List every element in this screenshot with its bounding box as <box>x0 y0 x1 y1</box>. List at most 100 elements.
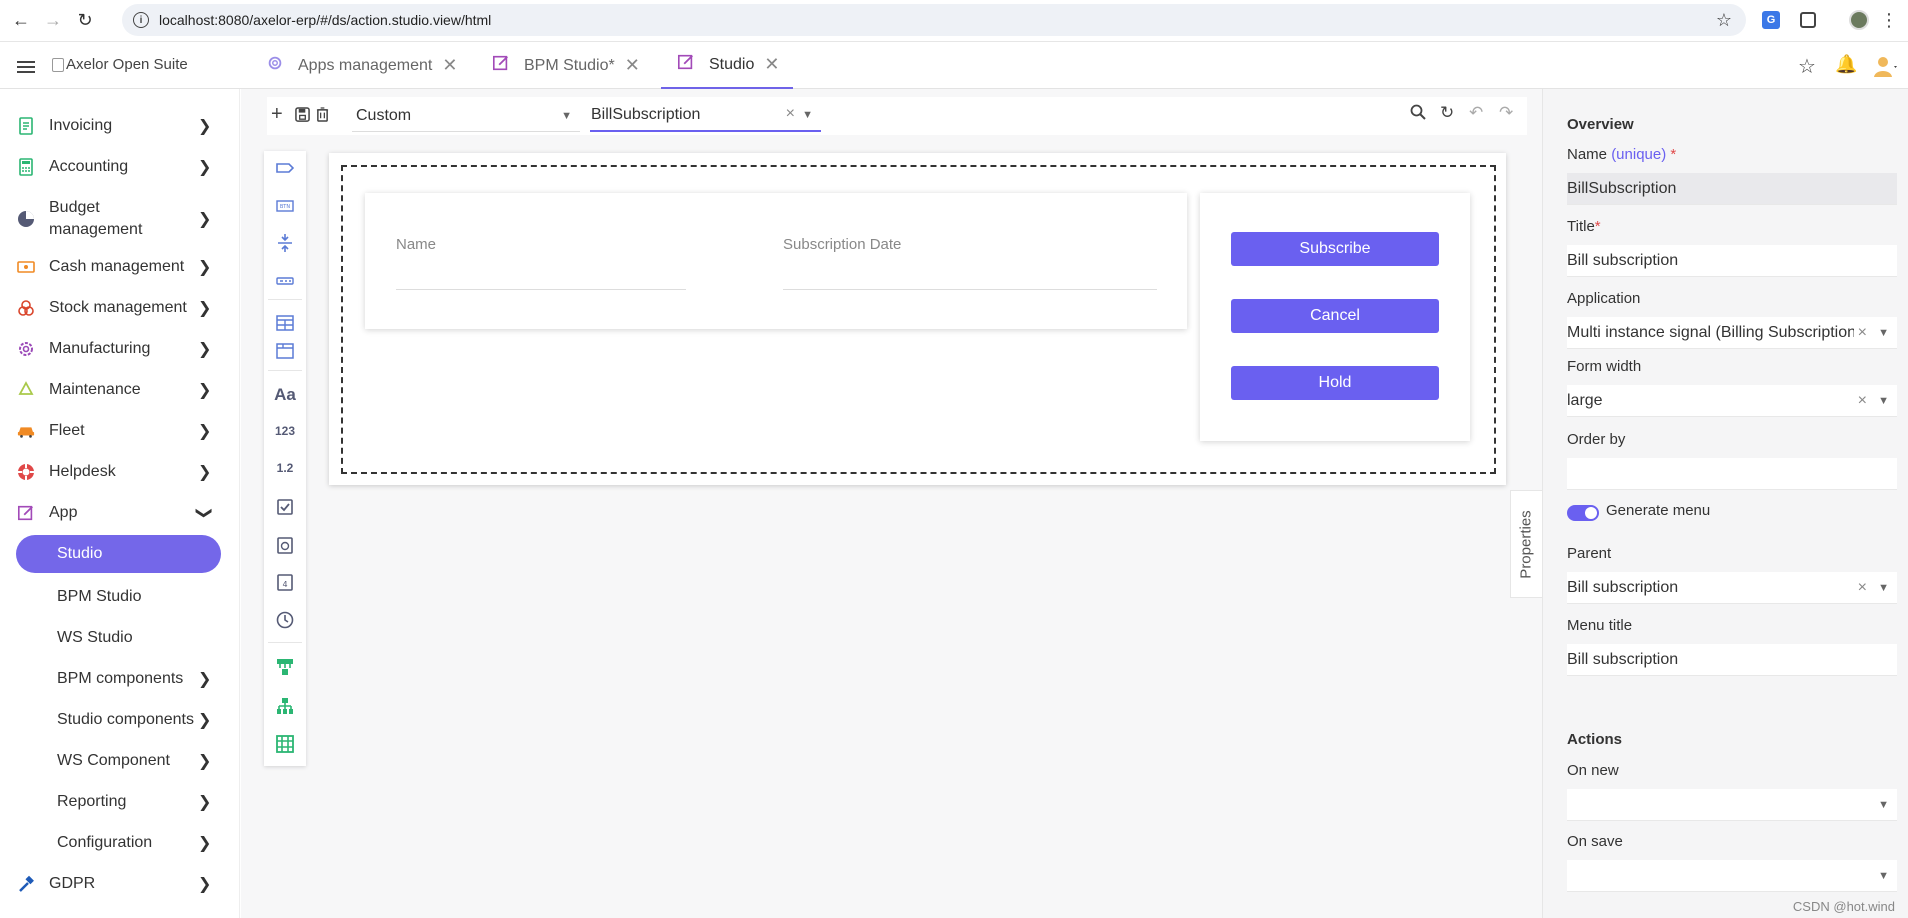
order-by-field[interactable] <box>1567 458 1897 490</box>
time-field-icon[interactable] <box>264 607 306 633</box>
properties-panel: Overview Name (unique) * BillSubscriptio… <box>1542 89 1908 918</box>
chevron-right-icon: ❯ <box>198 118 212 135</box>
form-width-select[interactable]: large × ▼ <box>1567 385 1897 417</box>
panel-widget-icon[interactable] <box>264 310 306 336</box>
hold-button[interactable]: Hold <box>1231 366 1439 400</box>
view-type-select[interactable]: Custom ▼ <box>352 104 580 132</box>
refresh-icon[interactable]: ↻ <box>1440 103 1454 123</box>
label-widget-icon[interactable] <box>264 155 306 181</box>
application-select[interactable]: Multi instance signal (Billing Subscript… <box>1567 317 1897 349</box>
sidebar-item-label: Helpdesk <box>49 463 116 480</box>
many-to-one-icon[interactable] <box>264 654 306 680</box>
chevron-right-icon: ❯ <box>198 835 212 852</box>
generate-menu-toggle[interactable] <box>1567 505 1599 521</box>
sidebar-item-budget-management[interactable]: Budget management ❯ <box>0 196 239 242</box>
name-field[interactable]: BillSubscription <box>1567 173 1897 205</box>
menu-title-field[interactable]: Bill subscription <box>1567 644 1897 676</box>
redo-icon[interactable]: ↷ <box>1499 103 1513 123</box>
favorite-star-icon[interactable]: ☆ <box>1798 54 1816 79</box>
cancel-button[interactable]: Cancel <box>1231 299 1439 333</box>
separator-widget-icon[interactable] <box>264 268 306 294</box>
integer-field-icon[interactable]: 123 <box>264 418 306 444</box>
site-info-icon[interactable]: i <box>133 12 149 28</box>
fields-panel[interactable]: Name Subscription Date <box>365 193 1187 329</box>
sidebar-item-helpdesk[interactable]: Helpdesk ❯ <box>0 461 239 483</box>
spacer-widget-icon[interactable] <box>264 230 306 256</box>
sidebar-item-accounting[interactable]: Accounting ❯ <box>0 156 239 178</box>
sidebar-subitem-bpm-components[interactable]: BPM components ❯ <box>0 668 239 690</box>
sidebar-item-manufacturing[interactable]: Manufacturing ❯ <box>0 338 239 360</box>
clear-icon[interactable]: × <box>786 105 795 123</box>
clear-icon[interactable]: × <box>1853 391 1867 410</box>
title-field[interactable]: Bill subscription <box>1567 245 1897 277</box>
bookmark-star-icon[interactable]: ☆ <box>1716 10 1732 31</box>
sidebar-item-label: Studio components <box>57 711 194 728</box>
sidebar-subitem-ws-studio[interactable]: WS Studio <box>0 627 239 649</box>
add-icon[interactable]: + <box>271 103 283 126</box>
close-icon[interactable]: ✕ <box>625 55 640 76</box>
many-to-many-icon[interactable] <box>264 731 306 757</box>
logo-alt-text: Axelor Open Suite <box>66 56 188 73</box>
view-name-select[interactable]: BillSubscription × ▼ <box>590 103 821 132</box>
subscription-date-field[interactable] <box>783 289 1157 290</box>
sidebar-item-fleet[interactable]: Fleet ❯ <box>0 420 239 442</box>
chevron-right-icon: ❯ <box>198 794 212 811</box>
sidebar-subitem-ws-component[interactable]: WS Component ❯ <box>0 750 239 772</box>
close-icon[interactable]: ✕ <box>442 55 457 76</box>
search-icon[interactable] <box>1410 104 1426 124</box>
back-icon[interactable]: ← <box>10 10 32 32</box>
sidebar-subitem-studio-components[interactable]: Studio components ❯ <box>0 709 239 731</box>
sidebar-item-app[interactable]: App ❯ <box>0 502 239 524</box>
undo-icon[interactable]: ↶ <box>1469 103 1483 123</box>
sidebar-item-stock-management[interactable]: Stock management ❯ <box>0 297 239 319</box>
decimal-field-icon[interactable]: 1.2 <box>264 455 306 481</box>
tabs-widget-icon[interactable] <box>264 338 306 364</box>
sidebar-item-label: Invoicing <box>49 117 113 134</box>
sidebar-subitem-studio[interactable]: Studio <box>16 535 221 573</box>
name-field[interactable] <box>396 289 686 290</box>
form-width-label: Form width <box>1567 358 1642 375</box>
address-bar[interactable]: i localhost:8080/axelor-erp/#/ds/action.… <box>122 4 1746 36</box>
caret-down-icon: ▼ <box>1878 869 1889 882</box>
datetime-field-icon[interactable] <box>264 532 306 558</box>
boolean-field-icon[interactable] <box>264 494 306 520</box>
app-logo[interactable]: Axelor Open Suite <box>52 56 188 73</box>
tab-bpm-studio[interactable]: BPM Studio* ✕ <box>492 42 640 89</box>
button-widget-icon[interactable]: BTN <box>264 193 306 219</box>
translate-extension-icon[interactable]: G <box>1760 9 1782 31</box>
clear-icon[interactable]: × <box>1853 323 1867 342</box>
tab-studio[interactable]: Studio ✕ <box>661 42 794 89</box>
save-icon[interactable] <box>295 106 310 127</box>
profile-avatar-icon[interactable] <box>1848 9 1870 31</box>
subscribe-button[interactable]: Subscribe <box>1231 232 1439 266</box>
properties-toggle-tab[interactable]: Properties <box>1510 490 1542 598</box>
select-value: Custom <box>356 107 412 124</box>
caret-down-icon: ▼ <box>561 110 572 122</box>
delete-icon[interactable] <box>316 106 329 127</box>
close-icon[interactable]: ✕ <box>764 54 779 75</box>
sidebar-item-cash-management[interactable]: Cash management ❯ <box>0 256 239 278</box>
on-new-select[interactable]: ▼ <box>1567 789 1897 821</box>
sidebar-subitem-configuration[interactable]: Configuration ❯ <box>0 832 239 854</box>
text-field-icon[interactable]: Aa <box>264 382 306 408</box>
clear-icon[interactable]: × <box>1853 578 1867 597</box>
sidebar-item-gdpr[interactable]: GDPR ❯ <box>0 873 239 895</box>
one-to-many-icon[interactable] <box>264 693 306 719</box>
sidebar-item-invoicing[interactable]: Invoicing ❯ <box>0 115 239 137</box>
parent-select[interactable]: Bill subscription × ▼ <box>1567 572 1897 604</box>
user-avatar-icon[interactable] <box>1872 54 1898 84</box>
browser-menu-icon[interactable]: ⋮ <box>1878 9 1900 31</box>
date-field-icon[interactable]: 4 <box>264 569 306 595</box>
sidebar-subitem-reporting[interactable]: Reporting ❯ <box>0 791 239 813</box>
sidebar-subitem-bpm-studio[interactable]: BPM Studio <box>0 586 239 608</box>
buttons-panel[interactable]: Subscribe Cancel Hold <box>1200 193 1470 441</box>
hamburger-menu-icon[interactable] <box>17 61 35 73</box>
extensions-puzzle-icon[interactable] <box>1797 9 1819 31</box>
on-save-select[interactable]: ▼ <box>1567 860 1897 892</box>
bell-icon[interactable]: 🔔 <box>1835 54 1857 75</box>
forward-icon[interactable]: → <box>42 10 64 32</box>
chevron-down-icon: ❯ <box>195 506 213 520</box>
sidebar-item-maintenance[interactable]: Maintenance ❯ <box>0 379 239 401</box>
tab-apps-management[interactable]: Apps management ✕ <box>266 42 457 89</box>
reload-icon[interactable]: ↻ <box>74 10 96 32</box>
